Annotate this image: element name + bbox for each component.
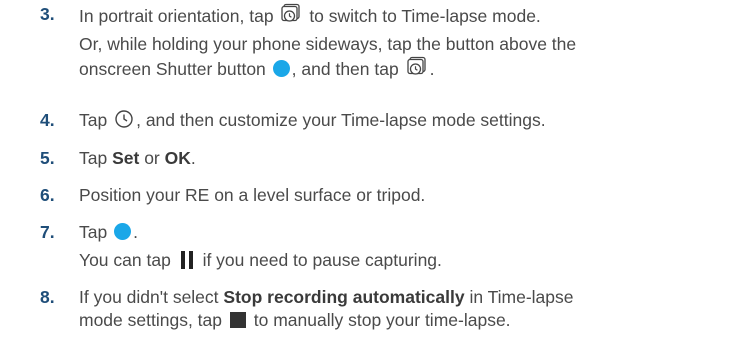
step-text: If you didn't select — [79, 287, 219, 307]
instructions-page: 3. In portrait orientation, tap to switc… — [0, 0, 736, 339]
step-text: Or, while holding your phone sideways, t… — [79, 34, 577, 54]
step-text: to switch to Time-lapse mode. — [309, 6, 541, 26]
step-text: In portrait orientation, tap — [79, 6, 274, 26]
step-line: You can tap if you need to pause capturi… — [79, 249, 442, 272]
step-number: 5. — [40, 148, 55, 168]
step-text: , and then customize your Time-lapse mod… — [136, 110, 546, 130]
step-line: Tap , and then customize your Time-lapse… — [79, 109, 546, 132]
step-text: or — [144, 148, 160, 168]
step-text: , and then tap — [291, 59, 399, 79]
step-text: Position your RE on a level surface or t… — [79, 185, 426, 205]
step-text: . — [429, 59, 435, 79]
step-text: You can tap — [79, 250, 171, 270]
step-line: In portrait orientation, tap to switch t… — [79, 3, 576, 26]
step-line: Or, while holding your phone sideways, t… — [79, 33, 576, 56]
step-body: Tap . You can tap if you need to pause c… — [79, 221, 442, 272]
timelapse-icon — [281, 3, 301, 22]
stop-icon — [229, 312, 246, 328]
step-text: mode settings, tap — [79, 310, 222, 330]
step-line: Position your RE on a level surface or t… — [79, 184, 425, 207]
stop-recording-option-label: Stop recording automatically — [223, 287, 465, 307]
shutter-button-icon — [272, 60, 290, 77]
timer-settings-icon — [115, 110, 133, 128]
step-body: Tap Set or OK. — [79, 147, 196, 170]
step-line: onscreen Shutter button , and then tap . — [79, 56, 576, 79]
step-number: 7. — [40, 222, 55, 242]
step-text: if you need to pause capturing. — [202, 250, 442, 270]
shutter-button-icon — [114, 223, 132, 240]
set-label: Set — [112, 148, 140, 168]
step-body: Position your RE on a level surface or t… — [79, 184, 425, 207]
step-number: 4. — [40, 110, 55, 130]
step-text: . — [133, 222, 138, 242]
ok-label: OK — [164, 148, 191, 168]
step-line: If you didn't select Stop recording auto… — [79, 286, 574, 309]
pause-icon — [180, 251, 194, 269]
step-text: onscreen Shutter button — [79, 59, 266, 79]
step-text: Tap — [79, 148, 108, 168]
step-line: Tap . — [79, 221, 442, 244]
step-text: . — [190, 148, 196, 168]
step-body: If you didn't select Stop recording auto… — [79, 286, 574, 332]
step-text: to manually stop your time-lapse. — [253, 310, 511, 330]
step-body: In portrait orientation, tap to switch t… — [79, 3, 576, 79]
step-body: Tap , and then customize your Time-lapse… — [79, 109, 546, 132]
step-number: 6. — [40, 185, 55, 205]
step-text: in Time-lapse — [469, 287, 574, 307]
step-text: Tap — [79, 110, 108, 130]
step-number: 8. — [40, 287, 55, 307]
step-line: mode settings, tap to manually stop your… — [79, 309, 574, 332]
step-text: Tap — [79, 222, 108, 242]
step-line: Tap Set or OK. — [79, 147, 196, 170]
timelapse-icon — [406, 56, 426, 75]
step-number: 3. — [40, 4, 55, 24]
